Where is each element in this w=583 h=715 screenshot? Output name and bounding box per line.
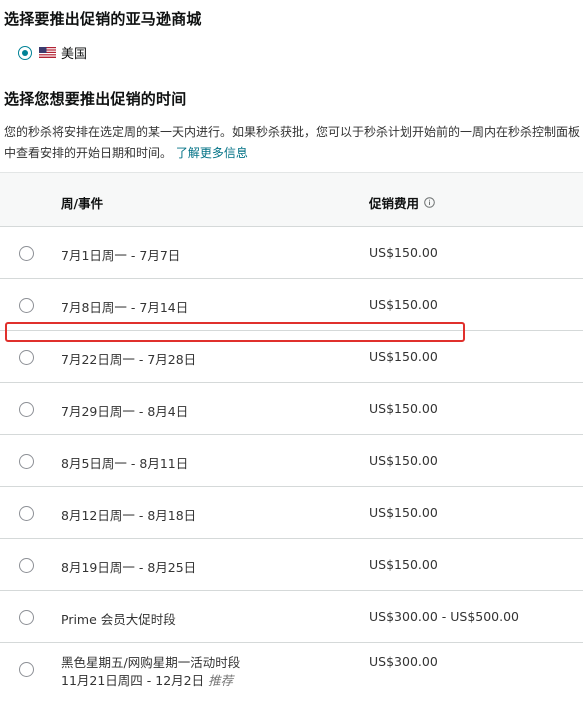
header-week: 周/事件 — [61, 196, 104, 211]
week-label: 黑色星期五/网购星期一活动时段 11月21日周四 - 12月2日 推荐 — [61, 654, 240, 690]
fee-value: US$150.00 — [369, 505, 438, 520]
table-row[interactable]: 8月19日周一 - 8月25日 US$150.00 — [0, 539, 583, 591]
radio-button[interactable] — [19, 246, 34, 261]
table-header: 周/事件 促销费用 — [0, 172, 583, 227]
marketplace-section-title: 选择要推出促销的亚马逊商城 — [4, 10, 202, 28]
event-name: 黑色星期五/网购星期一活动时段 — [61, 655, 241, 670]
table-row[interactable]: 7月8日周一 - 7月14日 US$150.00 — [0, 279, 583, 331]
week-label: 7月1日周一 - 7月7日 — [61, 248, 181, 263]
radio-button[interactable] — [19, 506, 34, 521]
fee-value: US$150.00 — [369, 297, 438, 312]
table-row[interactable]: 7月22日周一 - 7月28日 US$150.00 — [0, 331, 583, 383]
radio-button[interactable] — [19, 454, 34, 469]
radio-selected-icon[interactable] — [18, 45, 32, 60]
schedule-description: 您的秒杀将安排在选定周的某一天内进行。如果秒杀获批，您可以于秒杀计划开始前的一周… — [4, 122, 580, 164]
table-row[interactable]: 黑色星期五/网购星期一活动时段 11月21日周四 - 12月2日 推荐 US$30… — [0, 643, 583, 703]
info-icon[interactable] — [424, 197, 435, 208]
radio-button[interactable] — [19, 610, 34, 625]
fee-value: US$150.00 — [369, 245, 438, 260]
fee-value: US$150.00 — [369, 349, 438, 364]
radio-button[interactable] — [19, 298, 34, 313]
schedule-section-title: 选择您想要推出促销的时间 — [4, 90, 187, 108]
us-flag-icon — [39, 47, 56, 58]
table-row[interactable]: Prime 会员大促时段 US$300.00 - US$500.00 — [0, 591, 583, 643]
fee-value: US$300.00 - US$500.00 — [369, 609, 520, 624]
header-fee: 促销费用 — [369, 193, 435, 212]
table-row[interactable]: 8月5日周一 - 8月11日 US$150.00 — [0, 435, 583, 487]
table-row[interactable]: 8月12日周一 - 8月18日 US$150.00 — [0, 487, 583, 539]
week-label: 7月22日周一 - 7月28日 — [61, 352, 197, 367]
week-label: 8月19日周一 - 8月25日 — [61, 560, 197, 575]
table-row[interactable]: 7月1日周一 - 7月7日 US$150.00 — [0, 227, 583, 279]
header-fee-label: 促销费用 — [369, 196, 420, 211]
week-label: 7月29日周一 - 8月4日 — [61, 404, 189, 419]
table-row[interactable]: 7月29日周一 - 8月4日 US$150.00 — [0, 383, 583, 435]
fee-value: US$150.00 — [369, 557, 438, 572]
fee-value: US$300.00 — [369, 654, 438, 669]
fee-value: US$150.00 — [369, 401, 438, 416]
radio-button[interactable] — [19, 350, 34, 365]
week-label: 8月12日周一 - 8月18日 — [61, 508, 197, 523]
schedule-description-text: 您的秒杀将安排在选定周的某一天内进行。如果秒杀获批，您可以于秒杀计划开始前的一周… — [4, 125, 581, 160]
week-label: Prime 会员大促时段 — [61, 612, 176, 627]
event-dates: 11月21日周四 - 12月2日 推荐 — [61, 672, 240, 690]
learn-more-link[interactable]: 了解更多信息 — [176, 146, 248, 160]
radio-button[interactable] — [19, 558, 34, 573]
week-selection-table: 周/事件 促销费用 7月1日周一 - 7月7日 US$150.00 7月8日周一… — [0, 172, 583, 703]
radio-button[interactable] — [19, 402, 34, 417]
fee-value: US$150.00 — [369, 453, 438, 468]
event-date-range: 11月21日周四 - 12月2日 — [61, 673, 205, 688]
marketplace-option-us[interactable]: 美国 — [18, 43, 87, 62]
recommended-tag: 推荐 — [208, 673, 234, 688]
marketplace-label: 美国 — [61, 47, 88, 62]
week-label: 7月8日周一 - 7月14日 — [61, 300, 189, 315]
week-label: 8月5日周一 - 8月11日 — [61, 456, 189, 471]
radio-button[interactable] — [19, 662, 34, 677]
